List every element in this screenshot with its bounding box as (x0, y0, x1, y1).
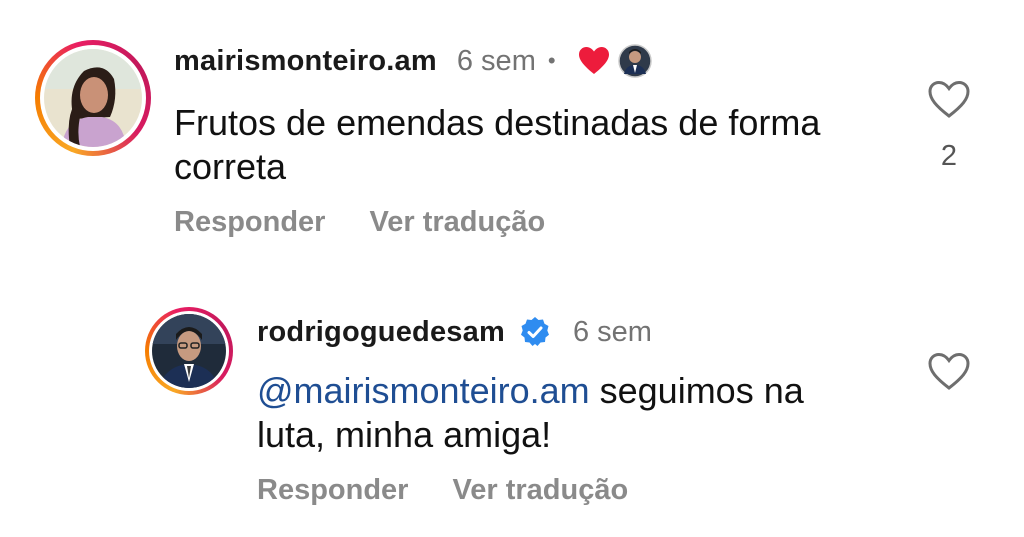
comment-username[interactable]: mairismonteiro.am (174, 45, 437, 78)
separator-dot: • (547, 48, 556, 73)
translate-button[interactable]: Ver tradução (369, 206, 545, 239)
user-photo-icon (44, 49, 142, 147)
user-photo-icon (152, 314, 226, 388)
comment-text: Frutos de emendas destinadas de forma co… (174, 102, 821, 187)
heart-filled-icon (578, 46, 610, 76)
reply-username[interactable]: rodrigoguedesam (257, 316, 505, 349)
reply-text: @mairismonteiro.am seguimos na luta, min… (257, 369, 877, 457)
like-heart-icon[interactable] (927, 80, 971, 125)
like-heart-icon[interactable] (927, 352, 971, 397)
avatar[interactable] (145, 307, 233, 395)
reply-button[interactable]: Responder (257, 474, 408, 507)
reply-button[interactable]: Responder (174, 206, 325, 239)
translate-button[interactable]: Ver tradução (452, 474, 628, 507)
avatar[interactable] (35, 40, 151, 156)
like-count: 2 (940, 140, 958, 172)
comment-timestamp: 6 sem (456, 44, 536, 77)
mention-link[interactable]: @mairismonteiro.am (257, 370, 590, 411)
verified-badge-icon (519, 316, 551, 348)
reply-timestamp: 6 sem (572, 315, 652, 348)
author-avatar-icon (617, 44, 652, 78)
